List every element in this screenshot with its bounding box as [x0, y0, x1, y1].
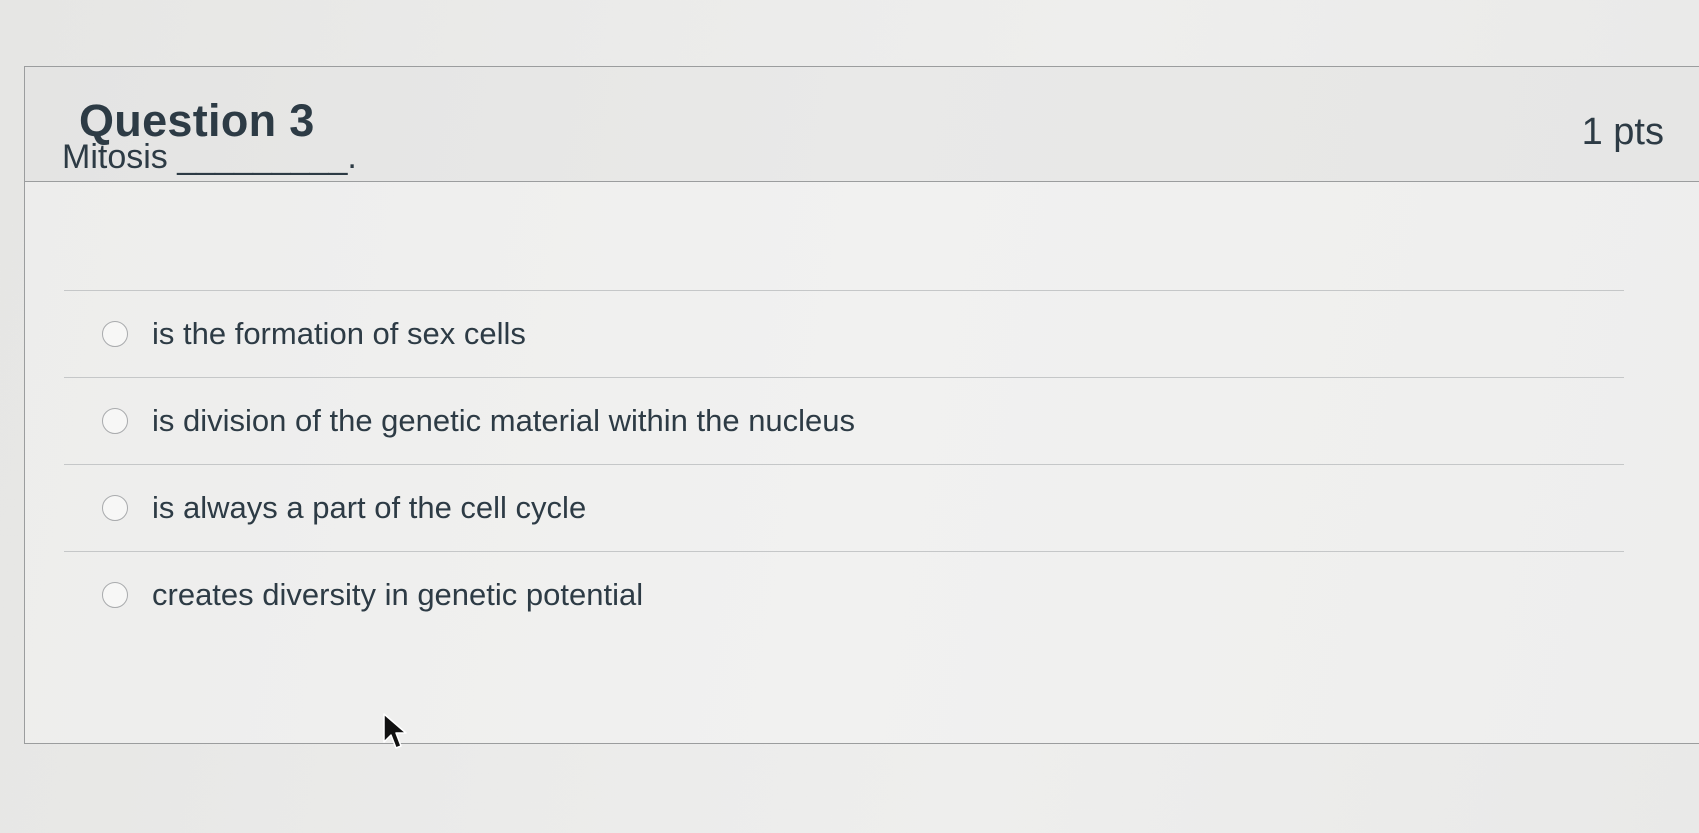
answer-option[interactable]: is division of the genetic material with… — [64, 378, 1624, 465]
answer-label[interactable]: creates diversity in genetic potential — [152, 577, 643, 613]
answer-option[interactable]: is the formation of sex cells — [64, 291, 1624, 378]
radio-button-icon[interactable] — [102, 582, 128, 608]
mouse-pointer-icon — [383, 713, 407, 749]
radio-button-icon[interactable] — [102, 495, 128, 521]
radio-button-icon[interactable] — [102, 321, 128, 347]
answer-option[interactable]: is always a part of the cell cycle — [64, 465, 1624, 552]
answer-option[interactable]: creates diversity in genetic potential — [64, 552, 1624, 638]
answer-label[interactable]: is always a part of the cell cycle — [152, 490, 586, 526]
answer-label[interactable]: is division of the genetic material with… — [152, 403, 855, 439]
answer-list: is the formation of sex cells is divisio… — [64, 290, 1624, 638]
answer-label[interactable]: is the formation of sex cells — [152, 316, 526, 352]
radio-button-icon[interactable] — [102, 408, 128, 434]
question-text: Mitosis _________. — [62, 138, 357, 176]
question-points: 1 pts — [1581, 111, 1664, 153]
